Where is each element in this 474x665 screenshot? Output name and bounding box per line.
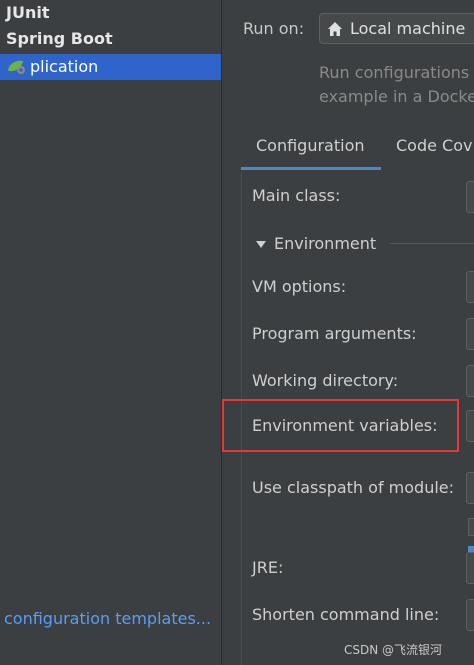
classpath-module-dropdown[interactable] xyxy=(466,472,474,504)
jre-dropdown[interactable] xyxy=(466,552,474,584)
tab-configuration[interactable]: Configuration xyxy=(256,136,365,170)
shorten-command-line-dropdown[interactable] xyxy=(466,599,474,631)
run-on-label: Run on: xyxy=(243,19,305,38)
working-directory-label: Working directory: xyxy=(252,371,399,390)
working-directory-field[interactable] xyxy=(466,365,474,397)
main-class-field[interactable] xyxy=(466,181,474,213)
tab-code-coverage[interactable]: Code Cov xyxy=(396,136,472,170)
spring-boot-icon xyxy=(8,60,25,74)
program-arguments-label: Program arguments: xyxy=(252,324,417,343)
environment-section-label: Environment xyxy=(274,234,377,253)
checkbox[interactable] xyxy=(468,518,474,536)
edit-configuration-templates-link[interactable]: configuration templates... xyxy=(4,609,211,628)
highlight-annotation xyxy=(222,399,459,452)
run-on-description-line2: example in a Docke xyxy=(319,87,474,106)
environment-variables-field[interactable] xyxy=(466,410,474,442)
tree-node-spring-boot[interactable]: Spring Boot xyxy=(6,29,113,48)
section-divider xyxy=(390,243,474,244)
tree-item-label: plication xyxy=(30,57,99,76)
main-class-label: Main class: xyxy=(252,186,341,205)
vm-options-field[interactable] xyxy=(466,271,474,303)
triangle-down-icon xyxy=(256,241,266,248)
run-on-description-line1: Run configurations xyxy=(319,63,470,82)
environment-section-toggle[interactable]: Environment xyxy=(256,234,376,253)
run-config-tree: JUnit Spring Boot plication configuratio… xyxy=(0,0,222,665)
run-on-value: Local machine xyxy=(350,19,466,38)
tree-node-junit[interactable]: JUnit xyxy=(6,3,49,22)
run-on-dropdown[interactable]: Local machine xyxy=(319,13,474,44)
watermark: CSDN @飞流银河 xyxy=(344,643,443,657)
classpath-module-label: Use classpath of module: xyxy=(252,478,455,497)
active-tab-indicator xyxy=(241,167,381,170)
vm-options-label: VM options: xyxy=(252,277,347,296)
tree-item-selected-application[interactable]: plication xyxy=(0,54,221,80)
home-icon xyxy=(328,22,342,36)
shorten-command-line-label: Shorten command line: xyxy=(252,605,440,624)
program-arguments-field[interactable] xyxy=(466,318,474,350)
jre-label: JRE: xyxy=(252,558,284,577)
